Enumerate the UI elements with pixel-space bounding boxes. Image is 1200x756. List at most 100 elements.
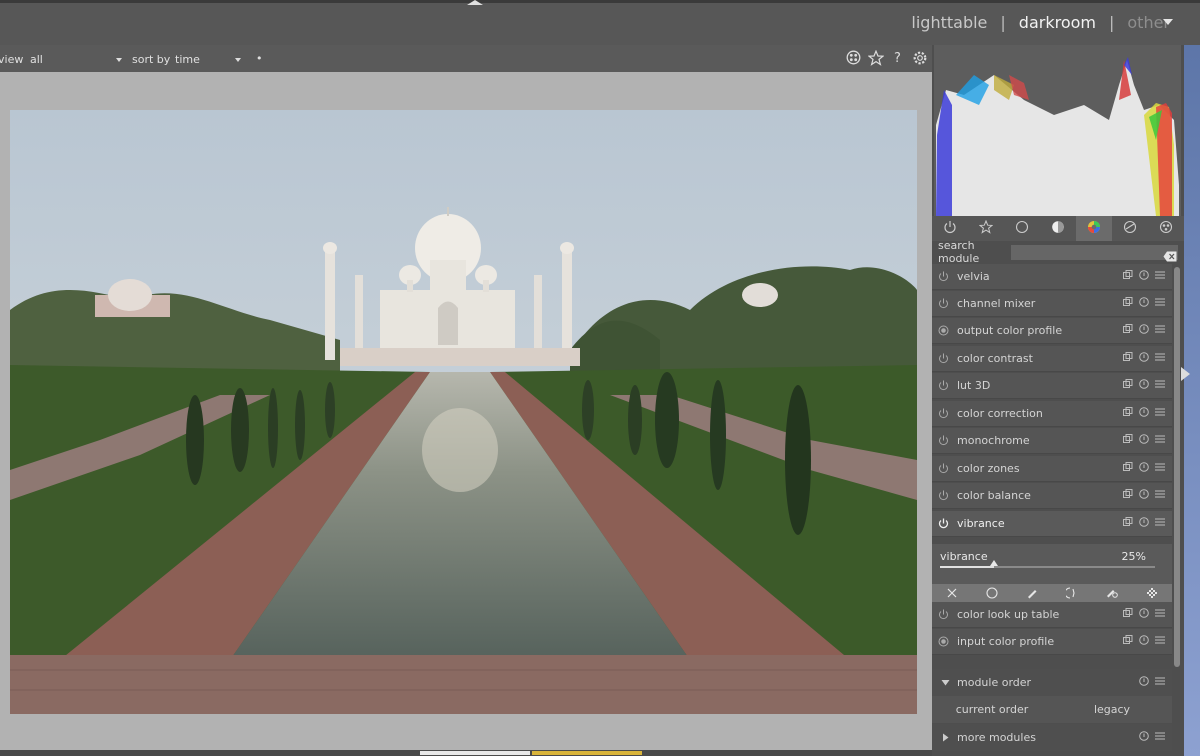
presets-icon[interactable] (1123, 517, 1133, 530)
power-icon[interactable] (938, 609, 956, 620)
reset-icon[interactable] (1139, 297, 1149, 310)
filmstrip-thumb-selected[interactable] (532, 751, 642, 755)
blend-uniform-icon[interactable] (986, 584, 998, 603)
module-color-zones[interactable]: color zones (932, 456, 1172, 482)
main-photo[interactable] (10, 110, 917, 714)
sort-dropdown-icon[interactable] (235, 58, 241, 62)
presets-icon[interactable] (1123, 352, 1133, 365)
current-order-button[interactable]: current order (932, 703, 1052, 716)
collapse-top-panel-arrow[interactable] (467, 0, 483, 5)
reset-icon[interactable] (1139, 434, 1149, 447)
module-color-correction[interactable]: color correction (932, 401, 1172, 427)
right-panel-scrollbar[interactable] (1174, 267, 1180, 667)
module-color-balance[interactable]: color balance (932, 483, 1172, 509)
presets-icon[interactable] (1123, 489, 1133, 502)
group-base[interactable] (1004, 216, 1040, 241)
power-icon-on[interactable] (938, 518, 956, 529)
group-correct[interactable] (1112, 216, 1148, 241)
collapse-right-panel-arrow[interactable] (1181, 367, 1190, 381)
power-icon[interactable] (938, 271, 956, 282)
module-channel-mixer[interactable]: channel mixer (932, 291, 1172, 317)
filmstrip-thumb[interactable] (420, 751, 530, 755)
power-icon[interactable] (938, 490, 956, 501)
reset-icon[interactable] (1139, 270, 1149, 283)
presets-icon[interactable] (1123, 297, 1133, 310)
parametric-mask-icon[interactable] (1064, 584, 1078, 603)
group-tone[interactable] (1040, 216, 1076, 241)
power-icon[interactable] (938, 463, 956, 474)
sort-order-toggle[interactable]: • (256, 52, 263, 65)
settings-icon[interactable] (911, 49, 928, 66)
presets-icon[interactable] (1123, 324, 1133, 337)
power-icon[interactable] (938, 408, 956, 419)
module-monochrome[interactable]: monochrome (932, 428, 1172, 454)
help-icon[interactable]: ? (889, 49, 906, 66)
clear-search-icon[interactable] (1163, 247, 1177, 266)
sort-value[interactable]: time (175, 53, 200, 66)
group-active-modules[interactable] (932, 216, 968, 241)
module-color-look-up-table[interactable]: color look up table (932, 602, 1172, 628)
menu-icon[interactable] (1155, 297, 1165, 310)
reset-icon[interactable] (1139, 324, 1149, 337)
drawn-mask-icon[interactable] (1026, 584, 1038, 603)
presets-icon[interactable] (1123, 270, 1133, 283)
menu-icon[interactable] (1155, 462, 1165, 475)
presets-icon[interactable] (1123, 462, 1133, 475)
blend-off-icon[interactable] (946, 584, 958, 603)
group-favorites[interactable] (968, 216, 1004, 241)
group-color[interactable] (1076, 216, 1112, 241)
search-module-input[interactable] (1011, 244, 1178, 261)
reset-icon[interactable] (1139, 489, 1149, 502)
module-lut-3d[interactable]: lut 3D (932, 373, 1172, 399)
presets-icon[interactable] (1123, 608, 1133, 621)
grouping-icon[interactable] (845, 49, 862, 66)
view-lighttable[interactable]: lighttable (911, 13, 987, 32)
menu-icon[interactable] (1155, 270, 1165, 283)
presets-icon[interactable] (1123, 407, 1133, 420)
menu-icon[interactable] (1155, 517, 1165, 530)
power-icon[interactable] (938, 353, 956, 364)
module-vibrance[interactable]: vibrance (932, 511, 1172, 537)
module-input-color-profile[interactable]: input color profile (932, 629, 1172, 655)
reset-icon[interactable] (1139, 517, 1149, 530)
reset-icon[interactable] (1139, 676, 1149, 689)
view-darkroom[interactable]: darkroom (1019, 13, 1096, 32)
reset-icon[interactable] (1139, 608, 1149, 621)
view-filter-value[interactable]: all (30, 53, 43, 66)
module-color-contrast[interactable]: color contrast (932, 346, 1172, 372)
menu-icon[interactable] (1155, 489, 1165, 502)
module-output-color-profile[interactable]: output color profile (932, 318, 1172, 344)
presets-icon[interactable] (1123, 635, 1133, 648)
menu-icon[interactable] (1155, 731, 1165, 744)
presets-icon[interactable] (1123, 379, 1133, 392)
menu-icon[interactable] (1155, 434, 1165, 447)
menu-icon[interactable] (1155, 676, 1165, 689)
raster-mask-icon[interactable] (1146, 584, 1158, 603)
star-icon[interactable] (867, 49, 884, 66)
reset-icon[interactable] (1139, 635, 1149, 648)
reset-icon[interactable] (1139, 731, 1149, 744)
reset-icon[interactable] (1139, 407, 1149, 420)
legacy-order-button[interactable]: legacy (1052, 703, 1172, 716)
group-effect[interactable] (1148, 216, 1184, 241)
histogram[interactable] (934, 45, 1181, 216)
menu-icon[interactable] (1155, 379, 1165, 392)
vibrance-slider-handle[interactable] (989, 560, 998, 566)
drawn-parametric-mask-icon[interactable] (1106, 584, 1118, 603)
reset-icon[interactable] (1139, 379, 1149, 392)
module-velvia[interactable]: velvia (932, 264, 1172, 290)
vibrance-slider[interactable] (940, 560, 1155, 568)
reset-icon[interactable] (1139, 352, 1149, 365)
view-filter-dropdown-icon[interactable] (116, 58, 122, 62)
menu-icon[interactable] (1155, 352, 1165, 365)
menu-icon[interactable] (1155, 324, 1165, 337)
power-icon[interactable] (938, 435, 956, 446)
view-dropdown-arrow[interactable] (1163, 19, 1173, 25)
menu-icon[interactable] (1155, 635, 1165, 648)
module-order-section[interactable]: module order (932, 669, 1172, 696)
power-icon[interactable] (938, 298, 956, 309)
menu-icon[interactable] (1155, 407, 1165, 420)
presets-icon[interactable] (1123, 434, 1133, 447)
more-modules-section[interactable]: more modules (932, 724, 1172, 751)
menu-icon[interactable] (1155, 608, 1165, 621)
